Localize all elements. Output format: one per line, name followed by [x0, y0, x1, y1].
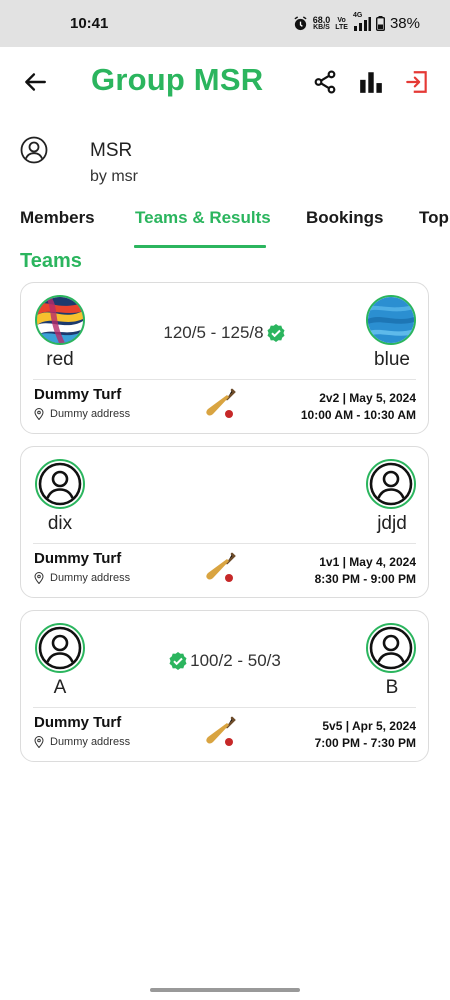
venue-address: Dummy address — [34, 408, 130, 420]
net-speed: 68.0 KB/S — [312, 14, 331, 31]
location-pin-icon — [34, 736, 44, 748]
tab-bookings[interactable]: Bookings — [306, 208, 383, 228]
volte-indicator: Vo LTE — [335, 17, 348, 31]
exit-icon — [406, 71, 427, 93]
team-name-left: dix — [47, 513, 73, 534]
venue-name: Dummy Turf — [34, 386, 122, 403]
gesture-nav-bar[interactable] — [150, 988, 300, 992]
signal-icon: 4G — [353, 12, 371, 31]
cricket-bat-icon — [206, 716, 236, 746]
team-name-right: jdjd — [377, 513, 407, 534]
tab-bar: Members Teams & Results Bookings Top — [0, 200, 450, 248]
volte-bottom: LTE — [335, 23, 348, 31]
team-avatar-right — [366, 623, 416, 673]
match-card[interactable]: dix jdjd Dummy Turf Dummy address 1v1 | … — [20, 446, 429, 598]
network-type: 4G — [352, 11, 363, 19]
cricket-bat-icon — [206, 552, 236, 582]
score-text: 120/5 - 125/8 — [163, 323, 264, 342]
time-range: 7:00 PM - 7:30 PM — [314, 736, 416, 750]
volte-top: Vo — [337, 16, 346, 24]
alarm-icon — [293, 16, 308, 31]
winner-check-icon — [169, 652, 187, 670]
card-divider — [33, 707, 416, 708]
status-time: 10:41 — [70, 15, 109, 32]
venue-name: Dummy Turf — [34, 714, 122, 731]
format-date: 5v5 | Apr 5, 2024 — [322, 719, 416, 733]
card-divider — [33, 379, 416, 380]
status-icons: 68.0 KB/S Vo LTE 4G 38% — [293, 12, 420, 32]
battery-icon — [375, 16, 385, 31]
team-name-left: red — [46, 349, 74, 370]
format-date: 2v2 | May 5, 2024 — [319, 391, 416, 405]
venue-address: Dummy address — [34, 572, 130, 584]
score-text: 100/2 - 50/3 — [190, 651, 281, 670]
user-avatar-icon — [369, 626, 413, 670]
address-text: Dummy address — [50, 736, 131, 748]
net-speed-unit: KB/S — [313, 23, 330, 31]
location-pin-icon — [34, 572, 44, 584]
net-speed-value: 68.0 — [312, 14, 331, 25]
water-texture-avatar-icon — [368, 297, 414, 343]
group-owner: by msr — [90, 168, 138, 185]
card-divider — [33, 543, 416, 544]
time-range: 8:30 PM - 9:00 PM — [314, 572, 416, 586]
team-name-left: A — [53, 677, 67, 698]
share-icon — [314, 70, 336, 94]
status-bar: 10:41 68.0 KB/S Vo LTE 4G 38% — [0, 0, 450, 47]
team-avatar-right — [366, 295, 416, 345]
active-tab-indicator — [134, 245, 266, 248]
battery-percent: 38% — [389, 15, 420, 32]
team-avatar-left — [35, 459, 85, 509]
location-pin-icon — [34, 408, 44, 420]
team-name-right: blue — [374, 349, 410, 370]
venue-name: Dummy Turf — [34, 550, 122, 567]
page-title: Group MSR — [91, 62, 264, 97]
time-range: 10:00 AM - 10:30 AM — [300, 408, 416, 422]
winner-check-icon — [267, 324, 285, 342]
section-title: Teams — [20, 250, 82, 272]
group-info: MSR by msr — [20, 136, 430, 196]
share-button[interactable] — [310, 67, 340, 97]
tab-members[interactable]: Members — [20, 208, 95, 228]
team-avatar-right — [366, 459, 416, 509]
address-text: Dummy address — [50, 408, 131, 420]
format-date: 1v1 | May 4, 2024 — [319, 555, 416, 569]
user-avatar-icon — [369, 462, 413, 506]
app-header: Group MSR — [0, 47, 450, 117]
tab-top[interactable]: Top — [419, 208, 449, 228]
match-card[interactable]: A 100/2 - 50/3 B Dummy Turf Dummy addres… — [20, 610, 429, 762]
back-button[interactable] — [20, 67, 50, 97]
group-avatar-icon — [20, 136, 48, 164]
team-name-right: B — [385, 677, 399, 698]
cricket-bat-icon — [206, 388, 236, 418]
bar-chart-icon — [360, 72, 382, 93]
group-name: MSR — [90, 140, 133, 161]
match-card[interactable]: red 120/5 - 125/8 blue Dummy Turf Dummy … — [20, 282, 429, 434]
user-avatar-icon — [38, 462, 82, 506]
venue-address: Dummy address — [34, 736, 130, 748]
stats-button[interactable] — [356, 67, 386, 97]
address-text: Dummy address — [50, 572, 131, 584]
back-arrow-icon — [25, 73, 46, 91]
exit-group-button[interactable] — [402, 67, 432, 97]
tab-teams-results[interactable]: Teams & Results — [135, 208, 271, 228]
